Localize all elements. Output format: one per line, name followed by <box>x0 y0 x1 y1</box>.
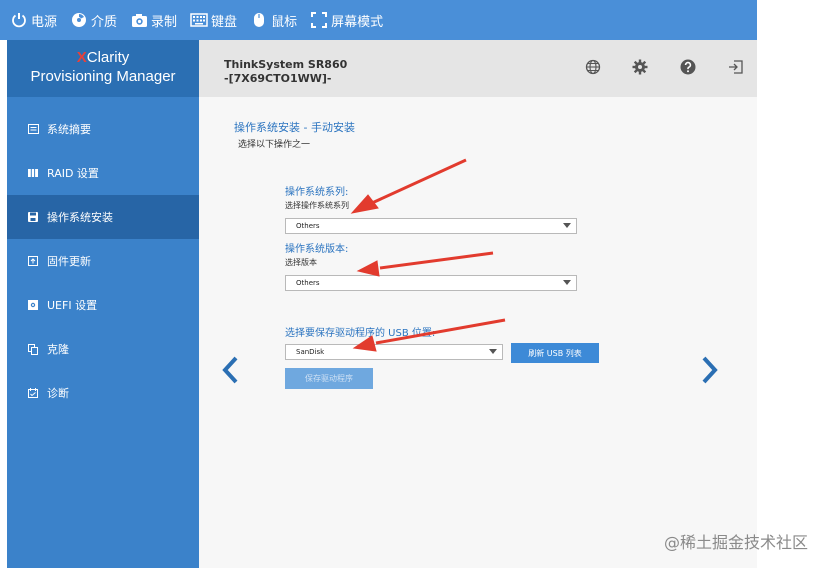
keyboard-label: 键盘 <box>211 14 238 30</box>
os-version-value: Others <box>296 279 320 287</box>
sidebar-item-clone[interactable]: 克隆 <box>7 327 199 371</box>
brand-xclarity: XClarity <box>7 49 199 66</box>
watermark: @稀土掘金技术社区 <box>664 533 809 552</box>
os-version-heading: 操作系统版本: <box>285 244 349 255</box>
diagnostics-icon <box>27 387 39 399</box>
next-chevron-icon[interactable] <box>697 354 721 386</box>
previous-chevron-icon[interactable] <box>219 354 243 386</box>
power-icon <box>10 11 28 29</box>
os-version-select[interactable]: Others <box>285 275 577 291</box>
page-header: ThinkSystem SR860 -[7X69CTO1WW]- <box>199 40 757 97</box>
help-icon[interactable] <box>678 57 698 77</box>
sidebar-item-label: RAID 设置 <box>47 167 99 180</box>
os-family-value: Others <box>296 222 320 230</box>
media-label: 介质 <box>91 14 118 30</box>
sidebar-item-label: 克隆 <box>47 343 69 356</box>
chevron-down-icon <box>563 223 571 228</box>
os-family-label: 选择操作系统系列 <box>285 201 349 210</box>
brand-logo: XClarity Provisioning Manager <box>7 40 199 97</box>
summary-icon <box>27 123 39 135</box>
logout-icon[interactable] <box>726 57 746 77</box>
record-label: 录制 <box>151 14 178 30</box>
mouse-button[interactable]: 鼠标 <box>250 11 297 30</box>
os-family-heading: 操作系统系列: <box>285 187 349 198</box>
brand-clarity: Clarity <box>86 49 130 66</box>
page-subtitle: 选择以下操作之一 <box>238 140 311 150</box>
mouse-label: 鼠标 <box>271 14 298 30</box>
power-label: 电源 <box>31 14 58 30</box>
firmware-icon <box>27 255 39 267</box>
server-name: ThinkSystem SR860 <box>224 58 348 71</box>
gear-icon[interactable] <box>630 57 650 77</box>
camera-icon <box>130 11 148 29</box>
brand-product: Provisioning Manager <box>30 68 176 85</box>
mouse-icon <box>250 11 268 29</box>
media-icon <box>70 11 88 29</box>
sidebar-item-label: 固件更新 <box>47 255 91 268</box>
media-button[interactable]: 介质 <box>70 11 117 30</box>
sidebar-item-label: 诊断 <box>47 387 69 400</box>
uefi-icon <box>27 299 39 311</box>
sidebar-item-label: 操作系统安装 <box>47 211 113 224</box>
clone-icon <box>27 343 39 355</box>
disk-icon <box>27 211 39 223</box>
refresh-usb-button[interactable]: 刷新 USB 列表 <box>511 343 599 363</box>
server-title: ThinkSystem SR860 -[7X69CTO1WW]- <box>224 58 347 86</box>
keyboard-button[interactable]: 键盘 <box>190 11 237 30</box>
save-driver-button[interactable]: 保存驱动程序 <box>285 368 373 389</box>
page-title: 操作系统安装 - 手动安装 <box>234 121 355 134</box>
main-content: 操作系统安装 - 手动安装 选择以下操作之一 操作系统系列: 选择操作系统系列 … <box>199 97 757 568</box>
sidebar-item-firmware-update[interactable]: 固件更新 <box>7 239 199 283</box>
record-button[interactable]: 录制 <box>130 11 177 30</box>
sidebar-item-raid[interactable]: RAID 设置 <box>7 151 199 195</box>
language-globe-icon[interactable] <box>583 57 603 77</box>
remote-console-toolbar: 电源 介质 录制 键盘 鼠标 屏幕模式 <box>0 0 757 40</box>
keyboard-icon <box>190 11 208 29</box>
sidebar-item-uefi[interactable]: UEFI 设置 <box>7 283 199 327</box>
chevron-down-icon <box>563 280 571 285</box>
usb-location-value: SanDisk <box>296 348 325 356</box>
fullscreen-button[interactable]: 屏幕模式 <box>310 11 383 30</box>
os-version-label: 选择版本 <box>285 258 317 267</box>
raid-icon <box>27 167 39 179</box>
usb-location-heading: 选择要保存驱动程序的 USB 位置: <box>285 328 436 339</box>
server-id: -[7X69CTO1WW]- <box>224 72 332 85</box>
fullscreen-icon <box>310 11 328 29</box>
sidebar-item-label: 系统摘要 <box>47 123 91 136</box>
chevron-down-icon <box>489 349 497 354</box>
power-button[interactable]: 电源 <box>10 11 57 30</box>
fullscreen-label: 屏幕模式 <box>331 14 384 30</box>
os-family-select[interactable]: Others <box>285 218 577 234</box>
sidebar-item-os-install[interactable]: 操作系统安装 <box>7 195 199 239</box>
sidebar-item-diagnostics[interactable]: 诊断 <box>7 371 199 415</box>
usb-location-select[interactable]: SanDisk <box>285 344 503 360</box>
sidebar-item-system-summary[interactable]: 系统摘要 <box>7 107 199 151</box>
sidebar-item-label: UEFI 设置 <box>47 299 98 312</box>
brand-x-letter: X <box>76 49 87 66</box>
sidebar-nav: 系统摘要 RAID 设置 操作系统安装 固件更新 UEFI 设置 克隆 诊断 <box>7 97 199 568</box>
